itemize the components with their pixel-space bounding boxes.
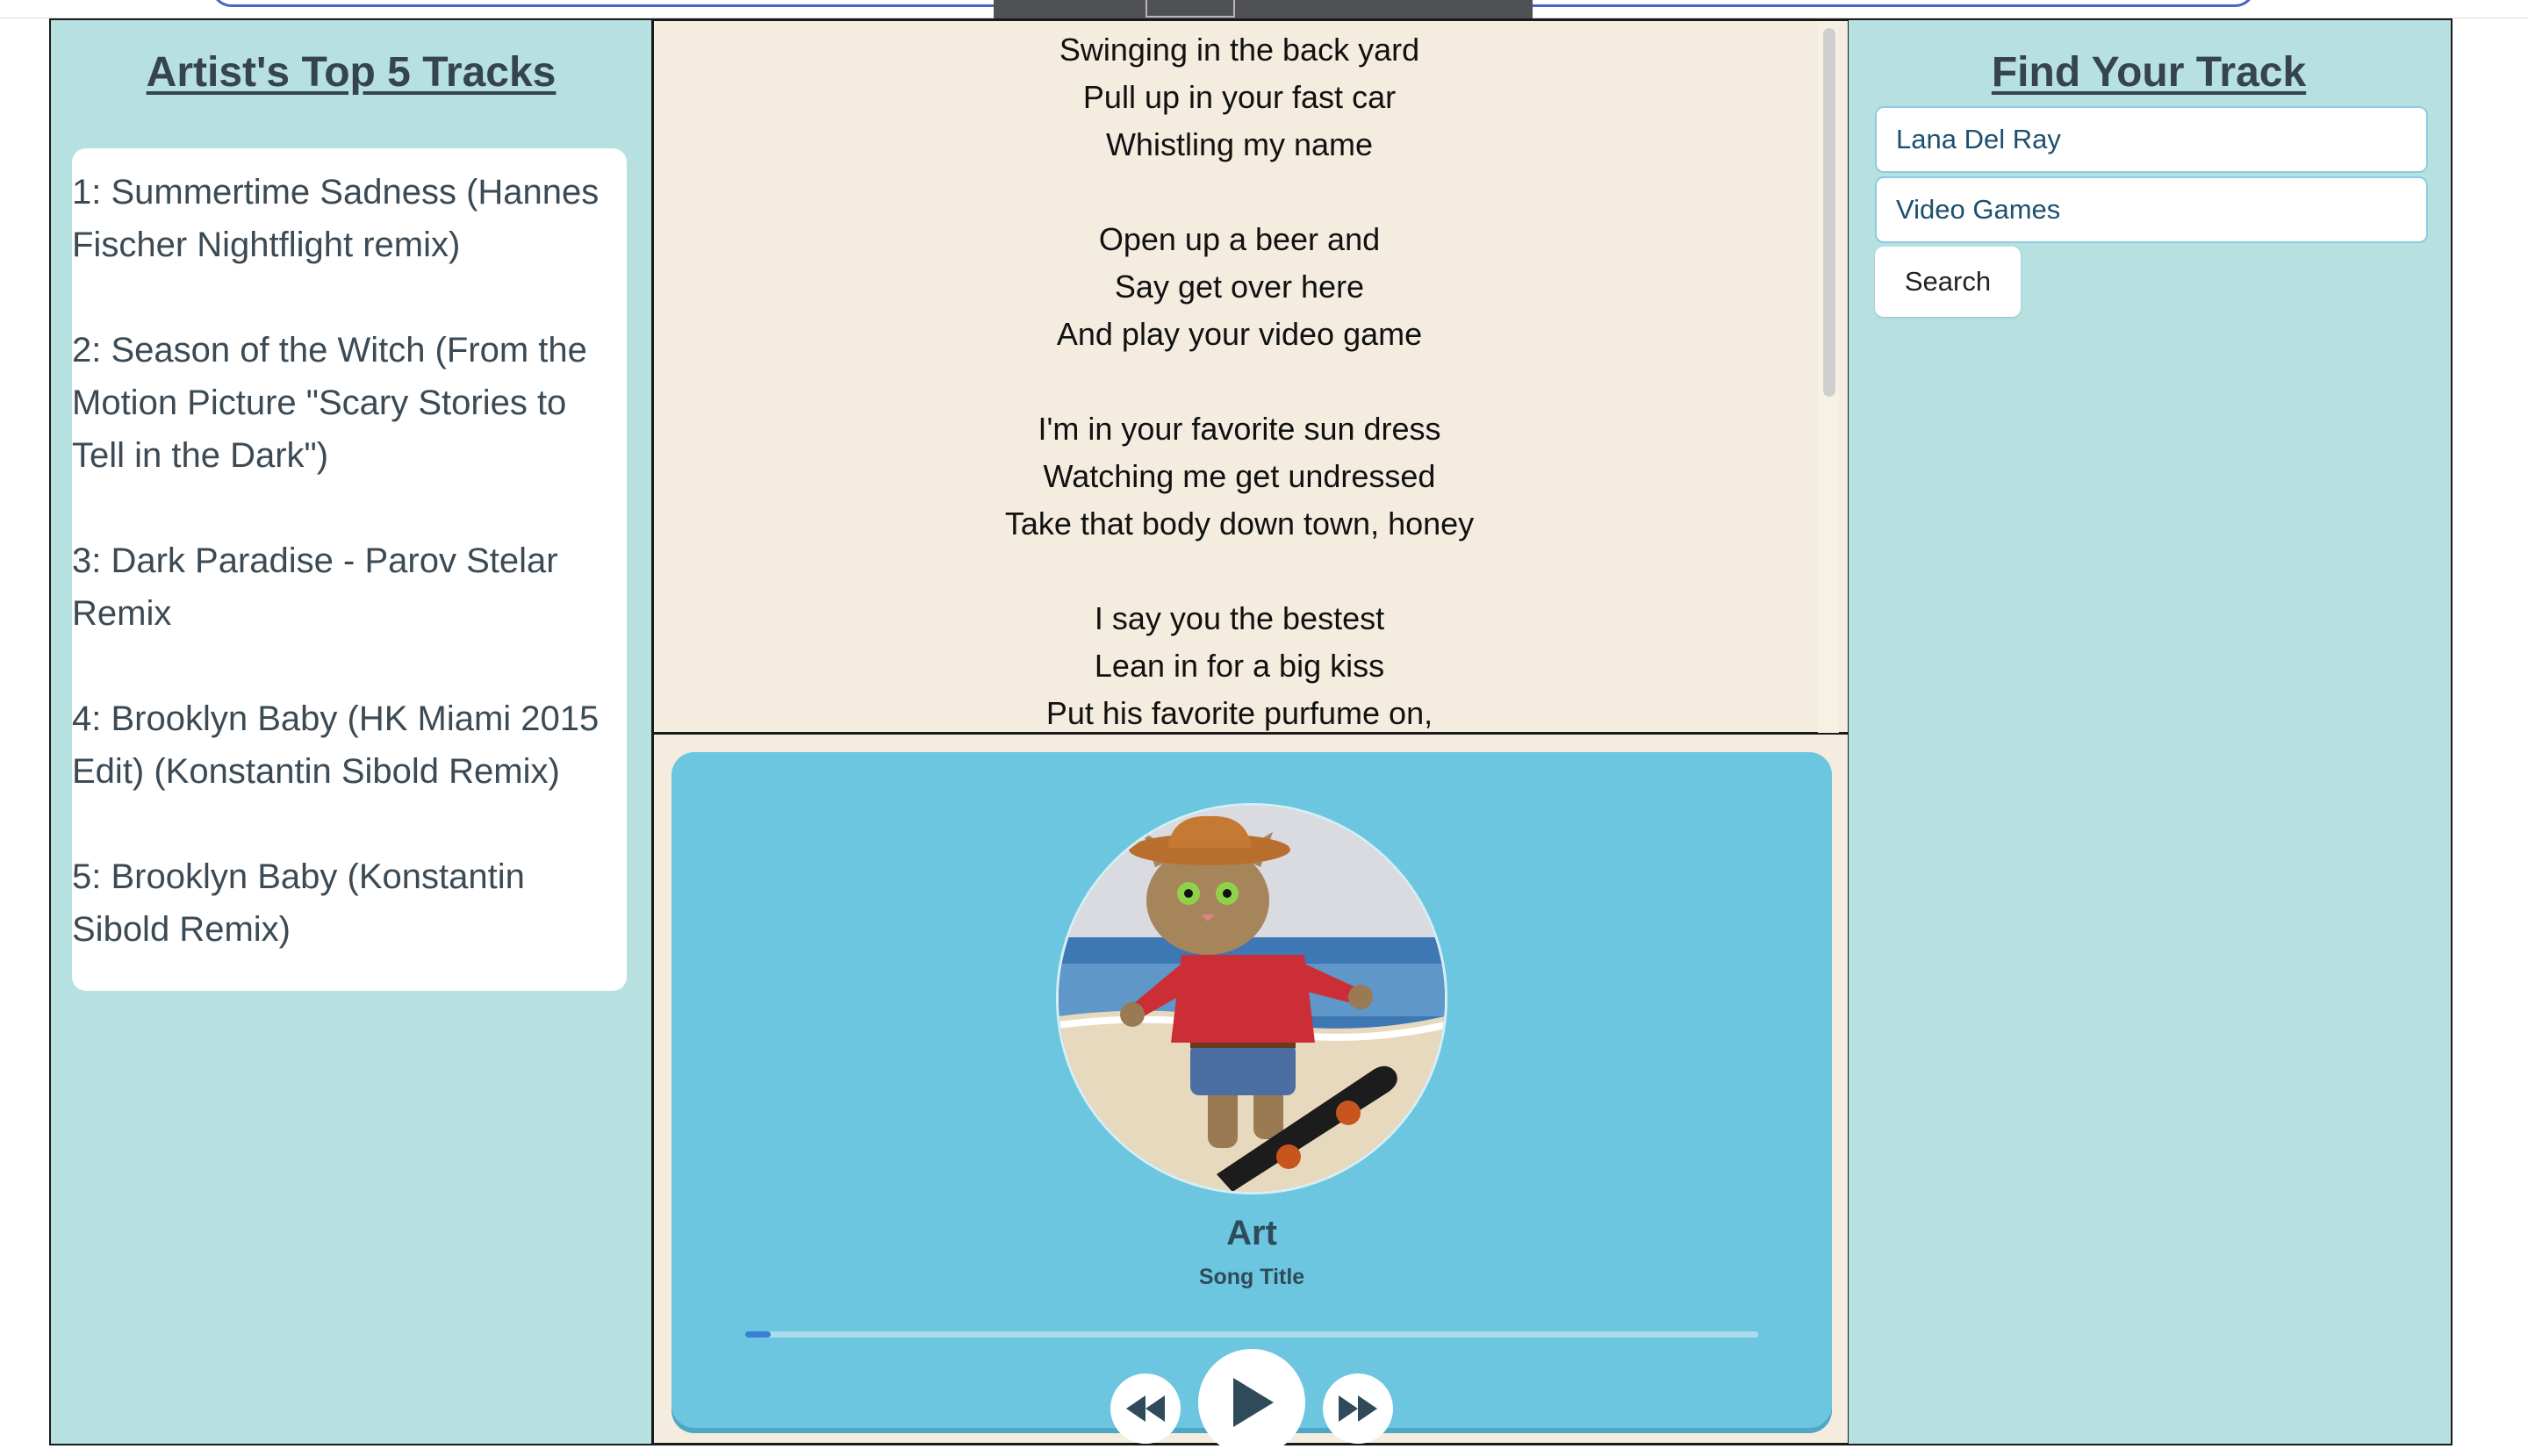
player-panel: Art Song Title xyxy=(651,733,1850,1456)
track-item-4[interactable]: 4: Brooklyn Baby (HK Miami 2015 Edit) (K… xyxy=(72,692,616,798)
cat-skateboard-art-icon xyxy=(1059,806,1445,1192)
track-item-5[interactable]: 5: Brooklyn Baby (Konstantin Sibold Remi… xyxy=(72,850,616,956)
lyrics-panel[interactable]: Swinging in the back yard Pull up in you… xyxy=(651,18,1850,737)
lyric-line: Take that body down town, honey xyxy=(1004,506,1475,542)
lyric-line: Open up a beer and xyxy=(1098,221,1381,257)
lyric-line xyxy=(654,358,1825,405)
song-title: Art xyxy=(1226,1214,1277,1252)
rewind-icon xyxy=(1126,1395,1165,1422)
top-tracks-panel: Artist's Top 5 Tracks 1: Summertime Sadn… xyxy=(49,18,653,1445)
track-input[interactable] xyxy=(1875,176,2428,243)
rewind-button[interactable] xyxy=(1110,1374,1181,1444)
lyrics-text: Swinging in the back yard Pull up in you… xyxy=(654,26,1825,737)
lyric-line: Lean in for a big kiss xyxy=(1094,648,1385,684)
song-subtitle: Song Title xyxy=(1198,1265,1305,1289)
top-tracks-list: 1: Summertime Sadness (Hannes Fischer Ni… xyxy=(72,148,627,991)
fast-forward-button[interactable] xyxy=(1323,1374,1393,1444)
search-button[interactable]: Search xyxy=(1875,247,2021,317)
lyric-line: Put his favorite purfume on, xyxy=(1045,695,1433,731)
browser-overlay-tab xyxy=(1146,0,1235,18)
lyric-line: Whistling my name xyxy=(1105,126,1374,162)
lyric-line: Swinging in the back yard xyxy=(1059,32,1420,68)
lyric-line: I'm in your favorite sun dress xyxy=(1038,411,1441,447)
find-track-heading: Find Your Track xyxy=(1991,49,2307,96)
music-player-card: Art Song Title xyxy=(672,752,1832,1456)
track-item-3[interactable]: 3: Dark Paradise - Parov Stelar Remix xyxy=(72,534,616,640)
lyric-line xyxy=(654,169,1825,216)
lyric-line: I say you the bestest xyxy=(1094,600,1385,636)
lyric-line: Watching me get undressed xyxy=(1043,458,1436,494)
progress-fill xyxy=(745,1331,771,1338)
lyric-line xyxy=(654,548,1825,595)
track-item-1[interactable]: 1: Summertime Sadness (Hannes Fischer Ni… xyxy=(72,166,616,271)
top-tracks-heading: Artist's Top 5 Tracks xyxy=(146,49,557,96)
album-art xyxy=(1056,803,1447,1194)
lyric-line: Pull up in your fast car xyxy=(1082,79,1397,115)
lyric-line: Say get over here xyxy=(1114,269,1365,305)
play-icon xyxy=(1233,1378,1274,1427)
find-track-panel: Find Your Track Search xyxy=(1849,18,2453,1445)
fast-forward-icon xyxy=(1339,1395,1377,1422)
play-button[interactable] xyxy=(1198,1349,1305,1456)
artist-input[interactable] xyxy=(1875,106,2428,173)
lyric-line: And play your video game xyxy=(1056,316,1423,352)
progress-bar[interactable] xyxy=(745,1331,1758,1338)
track-item-2[interactable]: 2: Season of the Witch (From the Motion … xyxy=(72,324,616,482)
lyrics-scrollbar-thumb[interactable] xyxy=(1823,28,1835,397)
